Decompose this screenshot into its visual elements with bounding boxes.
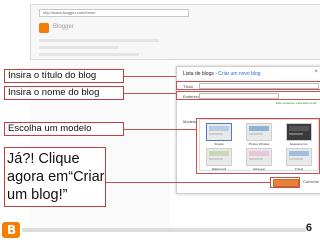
connector-template bbox=[124, 129, 196, 130]
highlight-create-button bbox=[270, 177, 300, 188]
connector-title bbox=[124, 76, 176, 77]
connector-name bbox=[124, 93, 176, 94]
footer-bar bbox=[22, 228, 306, 232]
dialog-title: Lista de blogs › Criar um novo blog bbox=[183, 71, 261, 77]
callout-create: Já?! Clique agora em“Criar um blog!” bbox=[4, 147, 106, 207]
browser-window: http://www.blogger.com/home Blogger bbox=[30, 4, 320, 60]
create-blog-link[interactable]: › Criar um novo blog bbox=[215, 71, 260, 77]
cancel-button[interactable]: Cancelar bbox=[303, 179, 319, 184]
page-number: 6 bbox=[305, 222, 312, 234]
callout-template: Escolha um modelo bbox=[4, 122, 124, 136]
callout-title: Insira o título do blog bbox=[4, 69, 124, 83]
connector-create bbox=[106, 182, 270, 183]
template-label: Modelo bbox=[183, 119, 197, 124]
address-bar[interactable]: http://www.blogger.com/home bbox=[39, 9, 189, 17]
close-icon[interactable]: × bbox=[314, 69, 318, 75]
brand-name: Blogger bbox=[53, 24, 74, 30]
highlight-title-field bbox=[176, 81, 320, 90]
blogger-logo-icon bbox=[39, 23, 49, 33]
slide: http://www.blogger.com/home Blogger List… bbox=[0, 0, 320, 240]
address-available-hint: Este endereço está disponível. bbox=[275, 101, 317, 105]
background-content bbox=[39, 39, 159, 60]
callout-name: Insira o nome do blog bbox=[4, 86, 124, 100]
highlight-name-field bbox=[176, 91, 320, 100]
highlight-template-grid bbox=[196, 118, 320, 174]
blogger-corner-logo-icon: B bbox=[2, 222, 20, 238]
